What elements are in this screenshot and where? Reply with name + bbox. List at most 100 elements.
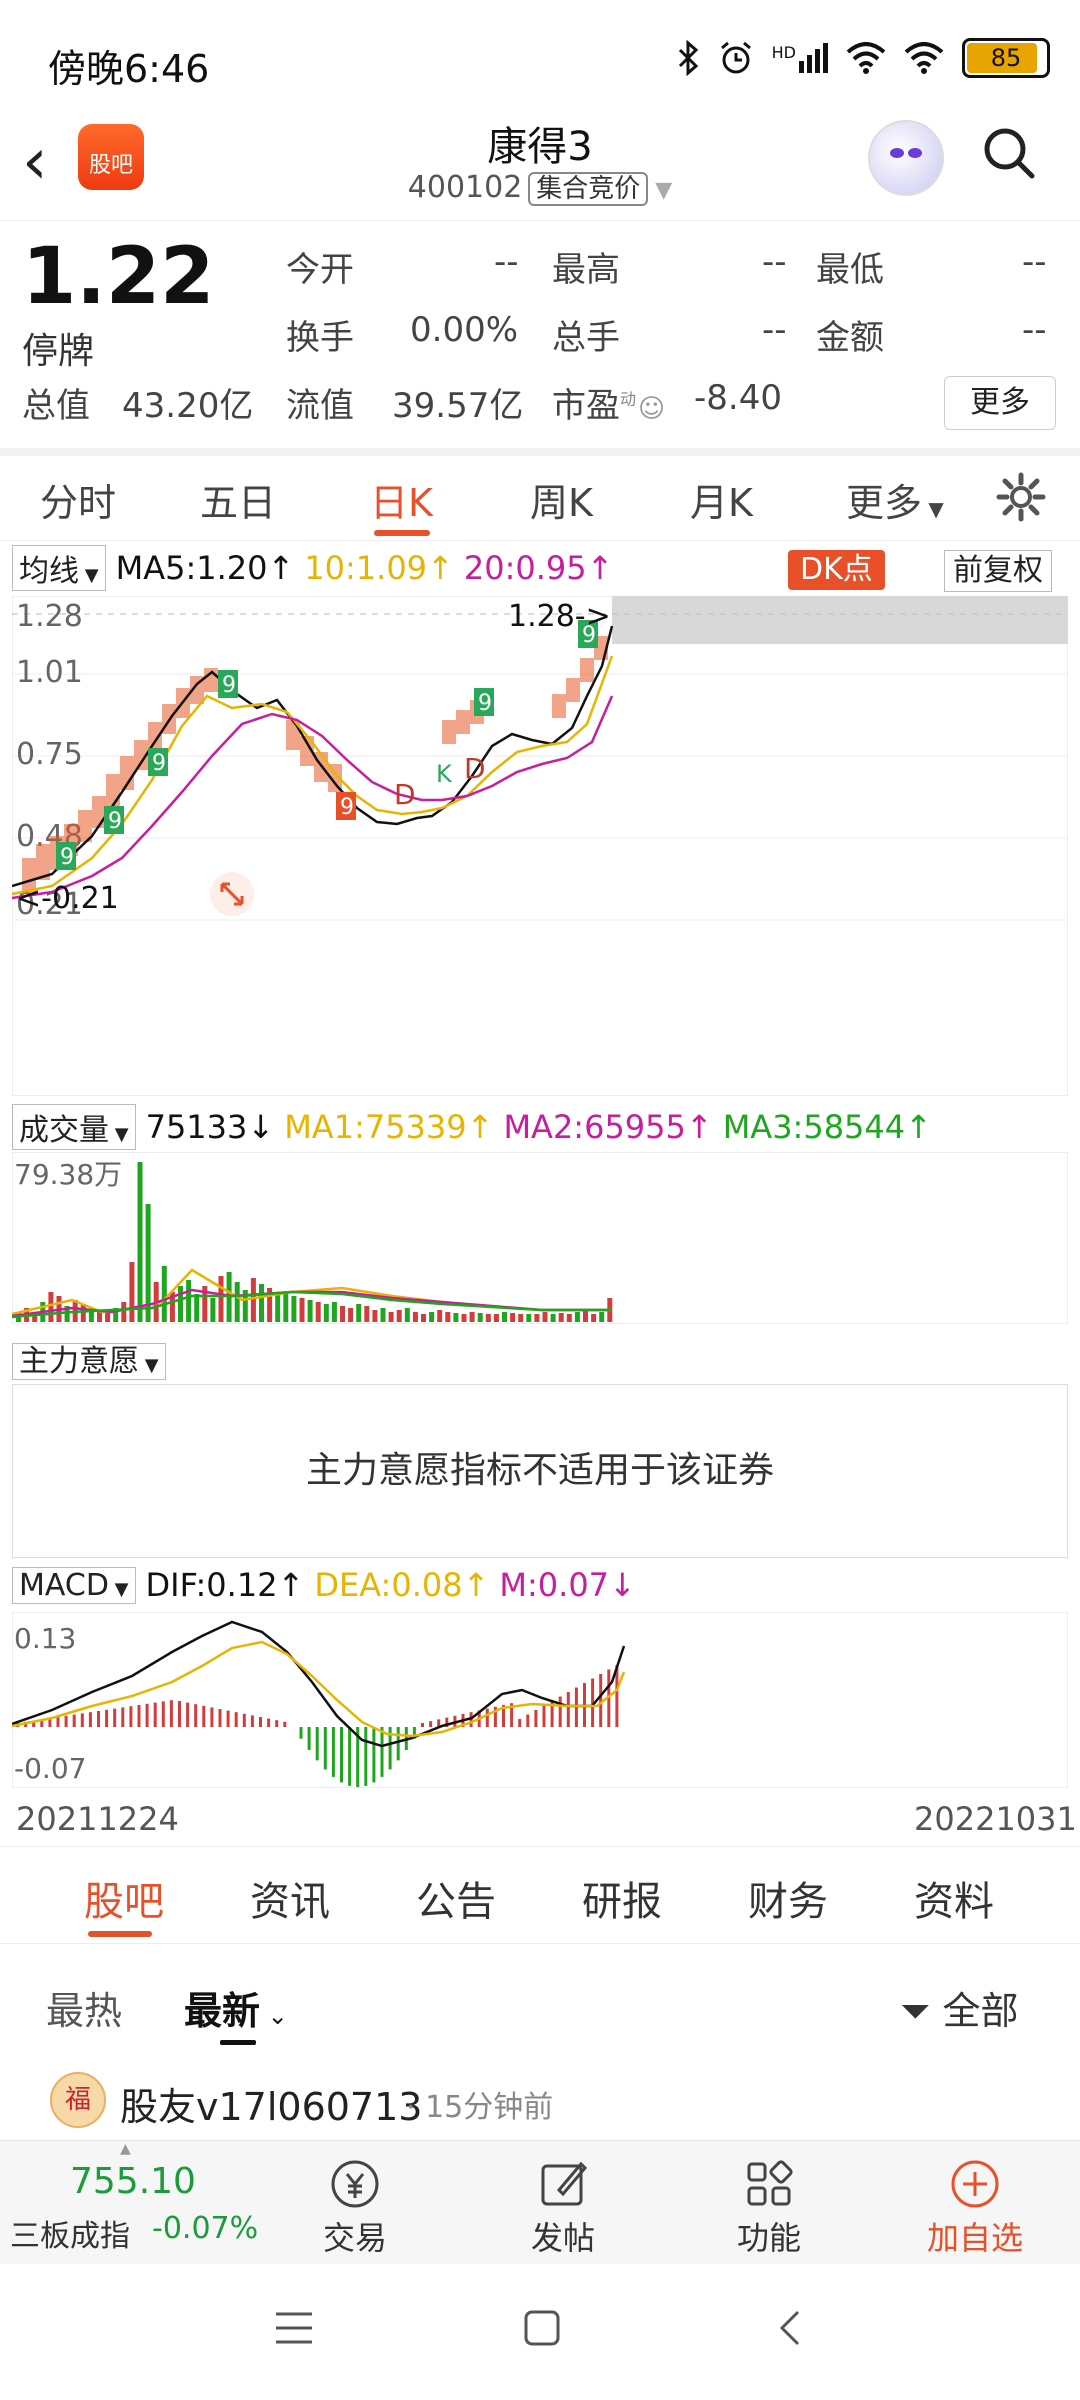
home-icon[interactable]: [522, 2308, 562, 2348]
volume-bar: [502, 1312, 507, 1322]
kline-chart[interactable]: 1.28 1.01 0.75 0.48 0.21 9 9 9 9 9 9 9 D…: [12, 596, 1068, 1096]
volume-bar: [186, 1280, 192, 1322]
volume-bar: [526, 1314, 532, 1322]
post-item[interactable]: 福 股友v17l060713 · 15分钟前: [0, 2062, 1080, 2142]
search-icon[interactable]: [982, 126, 1036, 180]
trade-label: 交易: [322, 2219, 387, 2257]
tab-research[interactable]: 研报: [582, 1869, 662, 1927]
filter-all-label: 全部: [942, 1989, 1019, 2033]
settings-gear-icon[interactable]: [996, 472, 1046, 522]
index-ticker[interactable]: ▲ 755.10 三板成指 -0.07%: [0, 2141, 258, 2265]
tab-announcements[interactable]: 公告: [416, 1869, 496, 1927]
tab-more[interactable]: 更多 ▼: [846, 472, 944, 527]
filter-latest[interactable]: 最新 ⌄: [184, 1980, 288, 2035]
ma-select[interactable]: 均线 ▼: [12, 545, 106, 591]
volume-select[interactable]: 成交量 ▼: [12, 1104, 136, 1150]
volume-chart[interactable]: 79.38万: [12, 1152, 1068, 1324]
candle: [552, 694, 566, 718]
volume-value: --: [762, 310, 787, 350]
macd-bar: [80, 1713, 84, 1727]
post-button[interactable]: 发帖: [488, 2155, 638, 2259]
add-watchlist-button[interactable]: 加自选: [900, 2155, 1050, 2259]
tab-guba[interactable]: 股吧: [84, 1869, 164, 1927]
volume-bar: [437, 1310, 443, 1322]
macd-bar: [396, 1727, 400, 1761]
volume-bar: [388, 1312, 394, 1322]
volume-bar: [323, 1304, 329, 1322]
volume-bar: [412, 1312, 418, 1322]
macd-bar: [145, 1703, 149, 1727]
macd-bar: [340, 1727, 343, 1783]
volume-bar: [591, 1314, 597, 1322]
macd-bar: [202, 1705, 206, 1727]
intent-select[interactable]: 主力意愿 ▼: [12, 1343, 166, 1380]
functions-label: 功能: [736, 2219, 801, 2257]
macd-y-top: 0.13: [14, 1622, 76, 1655]
pe-value: -8.40: [694, 378, 782, 418]
status-time: 傍晚6:46: [48, 47, 210, 91]
volume-bar: [348, 1308, 354, 1322]
macd-m: M:0.07↓: [499, 1566, 636, 1604]
volume-bar: [550, 1314, 556, 1322]
bluetooth-icon: [678, 40, 698, 76]
macd-bar: [331, 1727, 335, 1777]
tab-news[interactable]: 资讯: [250, 1869, 330, 1927]
active-subtab-indicator: [88, 1931, 152, 1937]
volume-bar: [315, 1302, 321, 1322]
tab-five-day[interactable]: 五日: [200, 472, 276, 527]
macd-bar: [364, 1727, 368, 1786]
tab-profile[interactable]: 资料: [914, 1869, 994, 1927]
low-price-marker: <-0.21: [16, 881, 119, 916]
macd-y-bottom: -0.07: [14, 1752, 86, 1785]
macd-chart[interactable]: 0.13 -0.07: [12, 1612, 1068, 1788]
ma10-value: 10:1.09↑: [304, 549, 454, 587]
float-label: 流值: [286, 386, 354, 426]
market-status-tag[interactable]: 集合竞价: [528, 172, 649, 206]
info-icon[interactable]: ☺: [638, 394, 665, 424]
user-avatar-icon[interactable]: 福: [50, 2072, 106, 2128]
adjust-select[interactable]: 前复权: [944, 550, 1052, 592]
macd-select[interactable]: MACD ▼: [12, 1566, 136, 1604]
filter-all[interactable]: ⏷ 全部: [900, 1980, 1019, 2035]
macd-bar: [137, 1705, 141, 1727]
tab-intraday[interactable]: 分时: [40, 472, 116, 527]
dk-point-button[interactable]: DK点: [788, 550, 885, 590]
functions-button[interactable]: 功能: [694, 2155, 844, 2259]
price-highlight-band: [612, 596, 1068, 644]
post-username[interactable]: 股友v17l060713: [120, 2076, 422, 2131]
macd-bar: [259, 1717, 262, 1727]
filter-hot[interactable]: 最热: [46, 1980, 122, 2035]
menu-icon[interactable]: [274, 2310, 314, 2346]
volume-value: 75133↓: [145, 1108, 275, 1146]
tab-weekly-k[interactable]: 周K: [530, 472, 593, 527]
volume-bar: [299, 1298, 305, 1322]
macd-bar: [194, 1704, 198, 1727]
volume-ma3: MA3:58544↑: [722, 1108, 932, 1146]
volume-bar: [583, 1310, 588, 1322]
robot-assistant-icon[interactable]: [868, 120, 944, 196]
macd-frame: [12, 1612, 1068, 1788]
y-tick: 1.28: [16, 599, 83, 634]
volume-bar: [518, 1314, 524, 1322]
volume-ma2-text: MA2:65955: [503, 1108, 686, 1146]
tab-monthly-k[interactable]: 月K: [690, 472, 753, 527]
ma20-value: 20:0.95↑: [463, 549, 614, 587]
tab-financials[interactable]: 财务: [748, 1869, 828, 1927]
more-button[interactable]: 更多: [944, 376, 1056, 430]
macd-bar: [226, 1710, 230, 1727]
volume-bar: [259, 1284, 264, 1322]
trade-button[interactable]: 交易: [280, 2155, 430, 2259]
index-name: 三板成指: [10, 2219, 130, 2254]
tab-daily-k[interactable]: 日K: [370, 472, 433, 527]
plus-circle-icon: [951, 2160, 999, 2208]
filter-latest-label: 最新: [184, 1989, 261, 2033]
macd-bar: [153, 1702, 157, 1727]
post-filters: 最热 最新 ⌄ ⏷ 全部: [0, 1944, 1080, 2054]
volume-bar: [80, 1304, 86, 1322]
post-label: 发帖: [530, 2219, 595, 2257]
chevron-down-icon[interactable]: ▼: [648, 178, 672, 203]
candle: [566, 678, 580, 702]
volume-bar: [210, 1298, 216, 1322]
macd-bar: [250, 1715, 254, 1727]
back-nav-icon[interactable]: [774, 2308, 804, 2348]
